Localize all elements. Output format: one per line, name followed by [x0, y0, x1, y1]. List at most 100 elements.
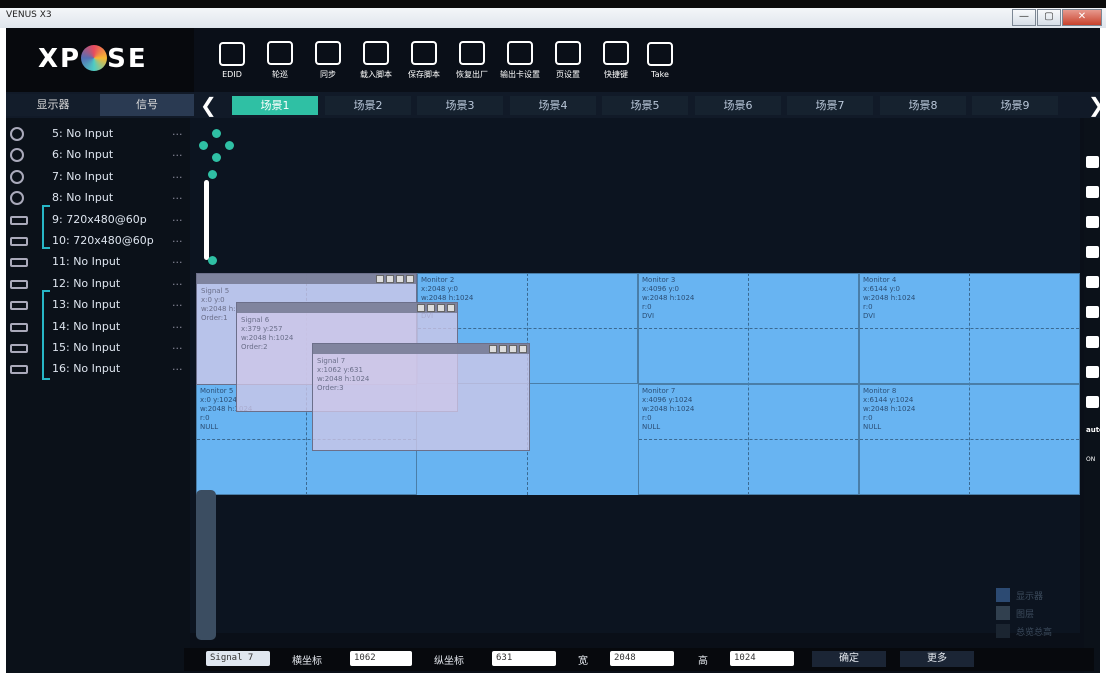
- on-icon[interactable]: ON: [1086, 456, 1099, 468]
- toolbar-edid-button[interactable]: EDID: [208, 28, 256, 92]
- signal-window-header[interactable]: [313, 344, 529, 354]
- close-icon[interactable]: [406, 275, 414, 283]
- width-field[interactable]: 2048: [610, 651, 674, 666]
- signal-item[interactable]: 8: No Input...: [6, 188, 190, 209]
- toolbar-take-button[interactable]: Take: [640, 28, 680, 92]
- signal-more-button[interactable]: ...: [172, 360, 183, 373]
- signal-more-button[interactable]: ...: [172, 318, 183, 331]
- tab-scene-7[interactable]: 场景7: [787, 96, 873, 115]
- monitor-tile[interactable]: Monitor 8 x:6144 y:1024 w:2048 h:1024 r:0 NU…: [859, 384, 1080, 495]
- vertical-scrollbar[interactable]: [196, 490, 216, 640]
- signal-window[interactable]: Signal 7 x:1062 y:631 w:2048 h:1024 Order:3: [312, 343, 530, 451]
- signal-more-button[interactable]: ...: [172, 296, 183, 309]
- minimize-icon[interactable]: [396, 275, 404, 283]
- restore-icon[interactable]: [499, 345, 507, 353]
- tab-scene-3[interactable]: 场景3: [417, 96, 503, 115]
- zoom-in-icon[interactable]: [208, 170, 217, 179]
- auto-icon[interactable]: auto: [1086, 426, 1104, 438]
- toolbar-save-script-button[interactable]: 保存脚本: [400, 28, 448, 92]
- signal-item[interactable]: 6: No Input...: [6, 145, 190, 166]
- minimize-button[interactable]: —: [1012, 9, 1036, 26]
- selected-signal-field[interactable]: Signal 7: [206, 651, 270, 666]
- legend-item[interactable]: 总览总高: [996, 622, 1052, 640]
- pan-right-icon[interactable]: [225, 141, 234, 150]
- signal-more-button[interactable]: ...: [172, 232, 183, 245]
- scene-next-arrow-icon[interactable]: ❯: [1088, 93, 1105, 117]
- signal-item[interactable]: 16: No Input...: [6, 359, 190, 380]
- toolbar-polling-button[interactable]: 轮巡: [256, 28, 304, 92]
- signal-item[interactable]: 5: No Input...: [6, 124, 190, 145]
- tab-scene-1[interactable]: 场景1: [232, 96, 318, 115]
- monitor-icon[interactable]: [1086, 246, 1099, 258]
- height-field[interactable]: 1024: [730, 651, 794, 666]
- signal-item[interactable]: 15: No Input...: [6, 338, 190, 359]
- paste-icon[interactable]: [1086, 396, 1099, 408]
- x-field[interactable]: 1062: [350, 651, 412, 666]
- pan-left-icon[interactable]: [199, 141, 208, 150]
- tab-scene-9[interactable]: 场景9: [972, 96, 1058, 115]
- toolbar-page-settings-button[interactable]: 页设置: [544, 28, 592, 92]
- signal-item[interactable]: 13: No Input...: [6, 295, 190, 316]
- tab-scene-8[interactable]: 场景8: [880, 96, 966, 115]
- signal-item[interactable]: 11: No Input...: [6, 252, 190, 273]
- tab-scene-6[interactable]: 场景6: [695, 96, 781, 115]
- tab-signal[interactable]: 信号: [100, 94, 194, 116]
- minimize-icon[interactable]: [437, 304, 445, 312]
- more-button[interactable]: 更多: [900, 651, 974, 667]
- signal-more-button[interactable]: ...: [172, 275, 183, 288]
- tab-scene-4[interactable]: 场景4: [510, 96, 596, 115]
- signal-window-header[interactable]: [197, 274, 416, 284]
- toolbar-output-card-button[interactable]: 输出卡设置: [496, 28, 544, 92]
- tab-display[interactable]: 显示器: [6, 94, 100, 116]
- monitor-icon[interactable]: [1086, 216, 1099, 228]
- restore-icon[interactable]: [386, 275, 394, 283]
- toolbar-load-script-button[interactable]: 载入脚本: [352, 28, 400, 92]
- signal-window-header[interactable]: [237, 303, 457, 313]
- close-icon[interactable]: [519, 345, 527, 353]
- toolbar-sync-button[interactable]: 同步: [304, 28, 352, 92]
- monitor-tile[interactable]: Monitor 7 x:4096 y:1024 w:2048 h:1024 r:0 NU…: [638, 384, 859, 495]
- minimize-icon[interactable]: [509, 345, 517, 353]
- lock-icon[interactable]: [417, 304, 425, 312]
- close-icon[interactable]: [447, 304, 455, 312]
- signal-item[interactable]: 7: No Input...: [6, 167, 190, 188]
- signal-more-button[interactable]: ...: [172, 189, 183, 202]
- restore-icon[interactable]: [427, 304, 435, 312]
- monitor-name: Monitor 3: [642, 276, 676, 284]
- signal-more-button[interactable]: ...: [172, 146, 183, 159]
- signal-more-button[interactable]: ...: [172, 168, 183, 181]
- lock-icon[interactable]: [376, 275, 384, 283]
- pan-down-icon[interactable]: [212, 153, 221, 162]
- zoom-out-icon[interactable]: [208, 256, 217, 265]
- y-field[interactable]: 631: [492, 651, 556, 666]
- monitor-icon[interactable]: [1086, 186, 1099, 198]
- signal-more-button[interactable]: ...: [172, 339, 183, 352]
- signal-item[interactable]: 14: No Input...: [6, 317, 190, 338]
- signal-item[interactable]: 12: No Input...: [6, 274, 190, 295]
- legend-item[interactable]: 显示器: [996, 586, 1052, 604]
- legend-item[interactable]: 图层: [996, 604, 1052, 622]
- lock-icon[interactable]: [489, 345, 497, 353]
- pan-up-icon[interactable]: [212, 129, 221, 138]
- maximize-button[interactable]: ▢: [1037, 9, 1061, 26]
- signal-more-button[interactable]: ...: [172, 211, 183, 224]
- confirm-button[interactable]: 确定: [812, 651, 886, 667]
- tab-scene-5[interactable]: 场景5: [602, 96, 688, 115]
- signal-item[interactable]: 10: 720x480@60p...: [6, 231, 190, 252]
- toolbar-shortcuts-button[interactable]: 快捷键: [592, 28, 640, 92]
- monitor-icon[interactable]: [1086, 156, 1099, 168]
- image-icon[interactable]: [1086, 306, 1099, 318]
- monitor-tile[interactable]: Monitor 3 x:4096 y:0 w:2048 h:1024 r:0 DVI: [638, 273, 859, 384]
- tab-scene-2[interactable]: 场景2: [325, 96, 411, 115]
- close-icon[interactable]: [1086, 336, 1099, 348]
- signal-more-button[interactable]: ...: [172, 253, 183, 266]
- image-icon[interactable]: [1086, 276, 1099, 288]
- scene-prev-arrow-icon[interactable]: ❮: [200, 93, 217, 117]
- signal-more-button[interactable]: ...: [172, 125, 183, 138]
- signal-item[interactable]: 9: 720x480@60p...: [6, 210, 190, 231]
- toolbar-factory-reset-button[interactable]: 恢复出厂: [448, 28, 496, 92]
- monitor-tile[interactable]: Monitor 4 x:6144 y:0 w:2048 h:1024 r:0 DVI: [859, 273, 1080, 384]
- copy-icon[interactable]: [1086, 366, 1099, 378]
- zoom-slider[interactable]: [204, 180, 209, 260]
- close-button[interactable]: ✕: [1062, 9, 1102, 26]
